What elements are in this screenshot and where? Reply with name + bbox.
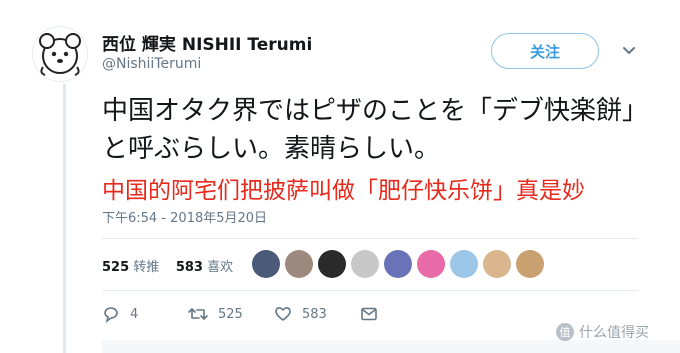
liker-avatar[interactable]	[318, 250, 346, 278]
user-handle[interactable]: @NishiiTerumi	[102, 56, 201, 72]
liker-avatar[interactable]	[285, 250, 313, 278]
watermark-text: 什么值得买	[579, 325, 649, 341]
message-icon	[361, 307, 377, 321]
avatar[interactable]	[32, 26, 88, 82]
tweet-text: 中国オタク界ではピザのことを「デブ快楽餅」と呼ぶらしい。素晴らしい。	[102, 96, 649, 164]
tweet-timestamp[interactable]: 下午6:54 - 2018年5月20日	[102, 207, 267, 226]
liker-avatars	[252, 250, 544, 278]
watermark: 值 什么值得买	[555, 322, 649, 342]
retweets-count[interactable]: 525	[102, 260, 129, 275]
liker-avatar[interactable]	[450, 250, 478, 278]
zhi-logo-icon: 值	[556, 323, 574, 341]
retweet-icon	[188, 308, 208, 320]
reply-button[interactable]: 4	[102, 305, 188, 323]
likes-count[interactable]: 583	[176, 260, 203, 275]
follow-button[interactable]: 关注	[491, 33, 599, 69]
tweet-stats: 525 转推 583 喜欢	[102, 256, 233, 275]
divider	[102, 290, 638, 291]
liker-avatar[interactable]	[483, 250, 511, 278]
like-button[interactable]: 583	[274, 305, 360, 323]
liker-avatar[interactable]	[351, 250, 379, 278]
liker-avatar[interactable]	[516, 250, 544, 278]
thread-line	[63, 84, 66, 353]
liker-avatar[interactable]	[252, 250, 280, 278]
translation-caption: 中国的阿宅们把披萨叫做「肥仔快乐饼」真是妙	[102, 178, 585, 204]
chevron-down-icon[interactable]	[620, 42, 638, 60]
like-icon	[275, 307, 291, 321]
divider	[102, 238, 638, 239]
retweets-label[interactable]: 转推	[133, 260, 159, 275]
liker-avatar[interactable]	[384, 250, 412, 278]
reply-count: 4	[130, 306, 139, 322]
likes-label[interactable]: 喜欢	[207, 260, 233, 275]
tweet-actions: 4 525 583	[102, 305, 378, 323]
svg-text:值: 值	[560, 326, 571, 339]
message-button[interactable]	[360, 305, 378, 323]
reply-icon	[104, 307, 118, 323]
display-name[interactable]: 西位 輝実 NISHII Terumi	[102, 30, 312, 55]
retweet-button[interactable]: 525	[188, 305, 274, 323]
liker-avatar[interactable]	[417, 250, 445, 278]
like-count: 583	[302, 306, 327, 322]
retweet-count: 525	[218, 306, 243, 322]
